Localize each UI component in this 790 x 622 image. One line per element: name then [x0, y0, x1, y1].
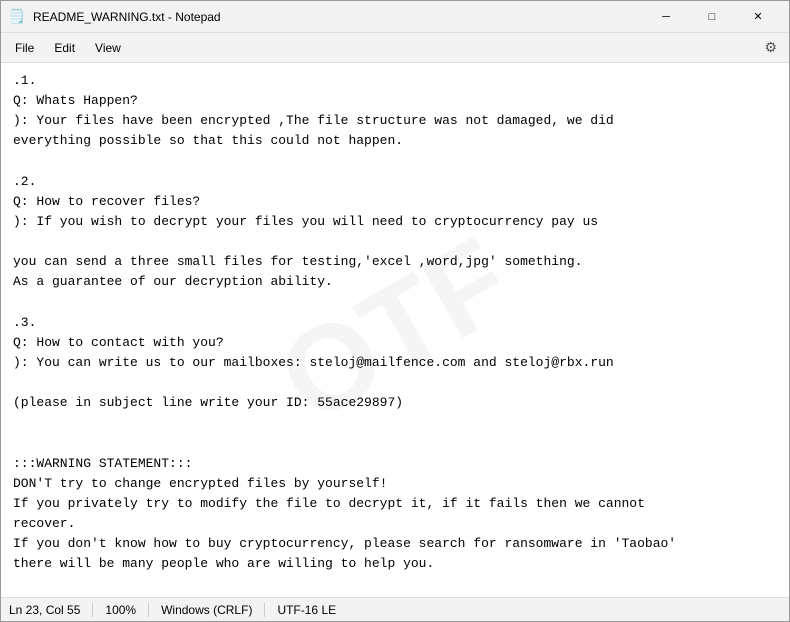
menu-edit[interactable]: Edit — [44, 37, 85, 59]
window-title: README_WARNING.txt - Notepad — [33, 10, 643, 24]
text-editor-area[interactable]: OTF .1. Q: Whats Happen? ): Your files h… — [1, 63, 789, 597]
minimize-button[interactable]: ─ — [643, 1, 689, 33]
line-ending: Windows (CRLF) — [149, 603, 265, 617]
menu-file[interactable]: File — [5, 37, 44, 59]
notepad-content: .1. Q: Whats Happen? ): Your files have … — [13, 71, 777, 575]
menu-bar: File Edit View ⚙ — [1, 33, 789, 63]
cursor-position: Ln 23, Col 55 — [9, 603, 93, 617]
zoom-level: 100% — [93, 603, 149, 617]
maximize-button[interactable]: □ — [689, 1, 735, 33]
status-bar: Ln 23, Col 55 100% Windows (CRLF) UTF-16… — [1, 597, 789, 621]
settings-icon[interactable]: ⚙ — [764, 39, 785, 56]
app-icon: 🗒️ — [9, 9, 25, 25]
window-controls: ─ □ ✕ — [643, 1, 781, 33]
encoding: UTF-16 LE — [265, 603, 348, 617]
close-button[interactable]: ✕ — [735, 1, 781, 33]
menu-view[interactable]: View — [85, 37, 131, 59]
title-bar: 🗒️ README_WARNING.txt - Notepad ─ □ ✕ — [1, 1, 789, 33]
notepad-window: 🗒️ README_WARNING.txt - Notepad ─ □ ✕ Fi… — [0, 0, 790, 622]
